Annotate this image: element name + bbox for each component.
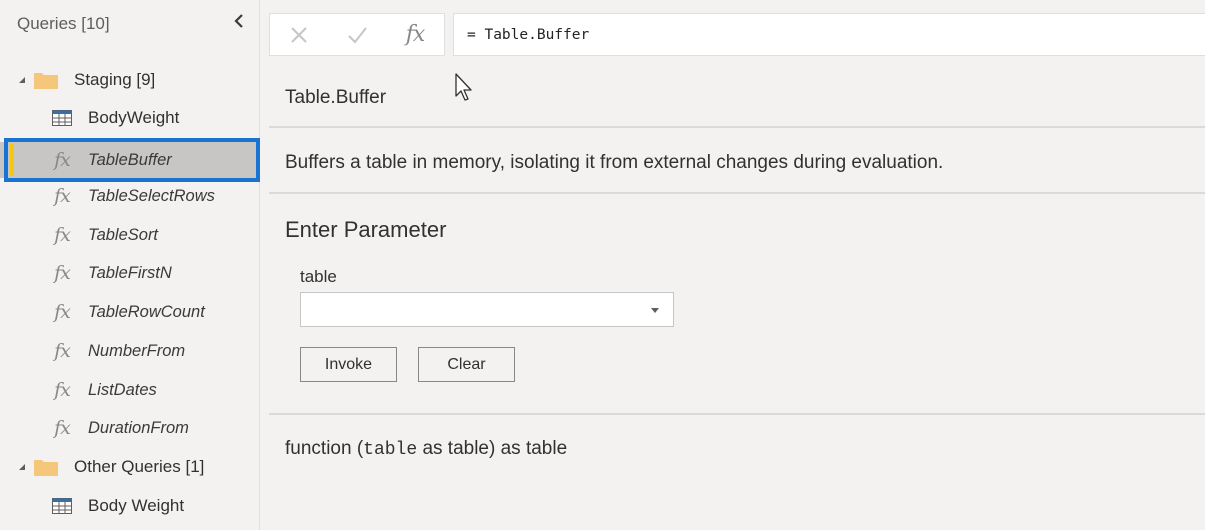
query-item-durationfrom[interactable]: fx DurationFrom xyxy=(0,410,258,446)
query-label: TableRowCount xyxy=(88,302,205,321)
query-label: BodyWeight xyxy=(88,108,180,127)
query-item-body-weight[interactable]: Body Weight xyxy=(0,488,258,524)
chevron-down-icon xyxy=(651,308,659,313)
fx-icon: fx xyxy=(54,224,71,246)
cancel-formula-button[interactable] xyxy=(270,14,328,56)
fx-icon: fx xyxy=(54,379,71,401)
query-item-tablerowcount[interactable]: fx TableRowCount xyxy=(0,294,258,330)
close-icon xyxy=(291,26,307,43)
query-item-listdates[interactable]: fx ListDates xyxy=(0,372,258,408)
fx-icon: fx xyxy=(54,185,71,207)
query-item-numberfrom[interactable]: fx NumberFrom xyxy=(0,333,258,369)
query-item-tablebuffer[interactable]: fx TableBuffer xyxy=(0,142,258,178)
table-icon xyxy=(51,496,73,516)
fx-icon: fx xyxy=(54,149,71,171)
query-label: DurationFrom xyxy=(88,418,189,437)
query-label: TableSort xyxy=(88,225,159,244)
expand-caret-icon[interactable] xyxy=(19,77,25,83)
fx-icon: fx xyxy=(54,262,71,284)
divider xyxy=(269,126,1205,128)
divider xyxy=(269,192,1205,194)
clear-button[interactable]: Clear xyxy=(418,347,515,382)
query-item-tableselectrows[interactable]: fx TableSelectRows xyxy=(0,178,258,214)
formula-input[interactable]: = Table.Buffer xyxy=(453,13,1205,56)
signature-param-name: table xyxy=(363,440,418,460)
expand-caret-icon[interactable] xyxy=(19,464,25,470)
signature-suffix: as table) as table xyxy=(417,438,568,459)
function-description: Buffers a table in memory, isolating it … xyxy=(285,152,944,173)
commit-formula-button[interactable] xyxy=(328,14,386,56)
parameter-label-table: table xyxy=(300,267,337,286)
fx-icon: fx xyxy=(405,22,426,47)
folder-icon xyxy=(34,460,58,476)
query-label: NumberFrom xyxy=(88,341,186,360)
group-other-queries[interactable]: Other Queries [1] xyxy=(0,449,258,485)
table-icon xyxy=(51,108,73,128)
mouse-cursor-icon xyxy=(455,73,472,101)
query-label: Body Weight xyxy=(88,496,185,515)
query-label: ListDates xyxy=(88,380,157,399)
check-icon xyxy=(348,26,367,44)
query-label: TableFirstN xyxy=(88,263,172,282)
divider xyxy=(269,413,1205,415)
formula-actions: fx xyxy=(269,13,445,56)
function-title: Table.Buffer xyxy=(285,87,387,108)
fx-icon: fx xyxy=(54,301,71,323)
query-item-tablesort[interactable]: fx TableSort xyxy=(0,217,258,253)
function-signature: function (table as table) as table xyxy=(285,438,567,460)
collapse-pane-button[interactable] xyxy=(232,12,250,34)
fx-icon: fx xyxy=(54,417,71,439)
query-label: TableBuffer xyxy=(88,150,172,169)
group-label: Other Queries [1] xyxy=(74,457,205,476)
queries-pane-title: Queries [10] xyxy=(17,14,110,33)
parameters-heading: Enter Parameter xyxy=(285,217,447,242)
query-item-bodyweight[interactable]: BodyWeight xyxy=(0,100,258,136)
invoke-button[interactable]: Invoke xyxy=(300,347,397,382)
folder-icon xyxy=(34,73,58,89)
parameter-table-select[interactable] xyxy=(300,292,674,327)
chevron-left-icon xyxy=(234,14,243,28)
formula-bar: fx = Table.Buffer xyxy=(269,13,1205,57)
group-label: Staging [9] xyxy=(74,70,156,89)
group-staging[interactable]: Staging [9] xyxy=(0,62,258,98)
queries-pane: Queries [10] Staging [9] BodyWeight fx T… xyxy=(0,0,260,530)
query-item-tablefirstn[interactable]: fx TableFirstN xyxy=(0,255,258,291)
insert-function-button[interactable]: fx xyxy=(386,14,444,56)
signature-prefix: function ( xyxy=(285,438,364,459)
function-pane: fx = Table.Buffer Table.Buffer Buffers a… xyxy=(261,0,1205,530)
fx-icon: fx xyxy=(54,340,71,362)
query-label: TableSelectRows xyxy=(88,186,215,205)
